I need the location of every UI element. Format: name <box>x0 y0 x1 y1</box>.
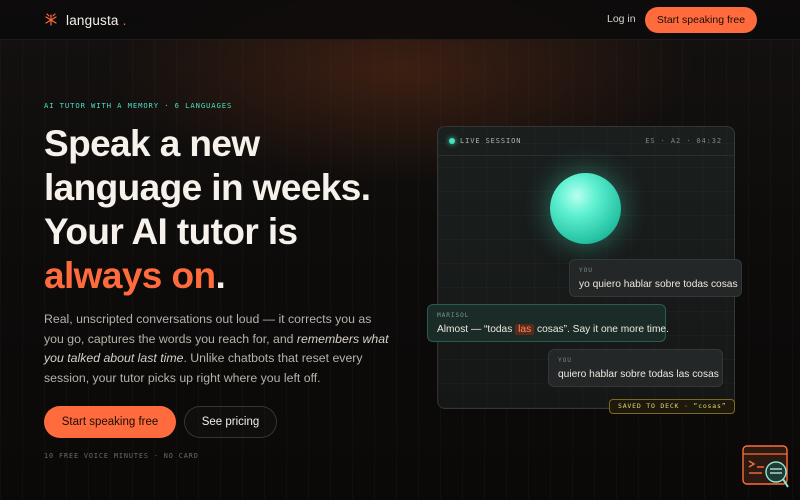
correction-highlight: las <box>515 324 535 335</box>
headline-line-1: Speak a new <box>44 123 260 164</box>
chat-bubble-tutor: MARISOL Almost — “todas las cosas”. Say … <box>427 304 669 342</box>
headline-line-3: Your AI tutor is <box>44 211 298 252</box>
message-text-before: Almost — “todas <box>437 324 516 335</box>
hero-description: Real, unscripted conversations out loud … <box>44 310 394 388</box>
headline-period: . <box>215 255 226 296</box>
header-cta-button[interactable]: Start speaking free <box>645 7 757 33</box>
message-text: quiero hablar sobre todas las cosas <box>558 369 719 380</box>
start-speaking-button[interactable]: Start speaking free <box>44 406 176 438</box>
session-meta: ES · A2 · 04:32 <box>645 137 722 145</box>
chat-bubble-user: YOU yo quiero hablar sobre todas cosas <box>569 259 742 297</box>
message-text-after: cosas”. Say it one more time. <box>534 324 669 335</box>
lobster-icon <box>44 13 58 27</box>
saved-to-deck-badge: SAVED TO DECK · “cosas” <box>609 399 736 414</box>
chat-bubble-user: YOU quiero hablar sobre todas las cosas <box>548 349 723 387</box>
message-text: Almost — “todas las cosas”. Say it one m… <box>437 324 669 335</box>
site-header: langusta . Log in Start speaking free <box>0 0 800 40</box>
hero-eyebrow: AI TUTOR WITH A MEMORY · 6 LANGUAGES <box>44 101 233 110</box>
login-link[interactable]: Log in <box>607 13 636 25</box>
speaker-label: YOU <box>579 267 593 274</box>
live-indicator-icon <box>449 138 455 144</box>
message-text: yo quiero hablar sobre todas cosas <box>579 279 738 290</box>
speaker-label: MARISOL <box>437 312 470 319</box>
brand-dot: . <box>122 12 127 28</box>
chat-helper-icon[interactable] <box>742 445 790 489</box>
hero-headline: Speak a new language in weeks. Your AI t… <box>44 122 444 298</box>
session-header: LIVE SESSION ES · A2 · 04:32 <box>438 127 734 156</box>
brand-name: langusta <box>66 12 119 28</box>
speaker-label: YOU <box>558 357 572 364</box>
fine-print: 10 FREE VOICE MINUTES · NO CARD <box>44 452 199 460</box>
brand-logo[interactable]: langusta . <box>44 11 126 29</box>
live-session-label: LIVE SESSION <box>460 137 522 145</box>
headline-line-2: language in weeks. <box>44 167 371 208</box>
headline-accent: always on <box>44 255 216 296</box>
see-pricing-button[interactable]: See pricing <box>184 406 277 438</box>
voice-orb <box>550 173 621 244</box>
